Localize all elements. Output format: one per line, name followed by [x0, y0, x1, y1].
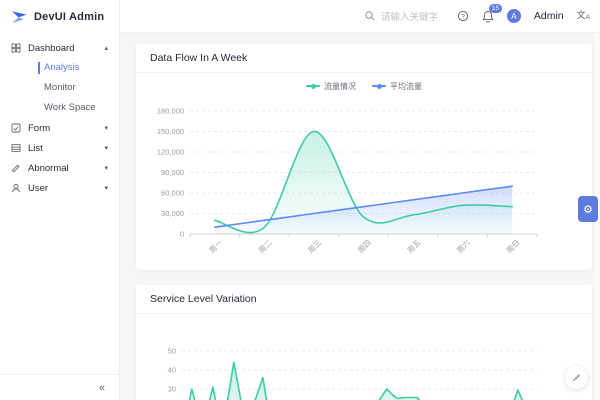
help-icon[interactable]: ?: [457, 10, 469, 22]
sidebar-item-monitor[interactable]: Monitor: [0, 78, 119, 98]
sidebar-nav: Dashboard ▴ Analysis Monitor Work Space …: [0, 32, 119, 198]
svg-text:周四: 周四: [356, 238, 373, 255]
chevron-down-icon: ▾: [104, 164, 108, 172]
svg-text:30,000: 30,000: [161, 209, 184, 218]
logo[interactable]: DevUI Admin: [0, 0, 119, 32]
legend-item-average[interactable]: 平均流量: [372, 81, 422, 92]
card-title: Service Level Variation: [136, 285, 592, 314]
sidebar-footer: «: [0, 374, 119, 400]
svg-text:30: 30: [168, 385, 176, 394]
translate-icon[interactable]: 文A: [577, 10, 590, 22]
data-flow-card: Data Flow In A Week 流量情况 平均流量 0 30,000 60,…: [136, 44, 592, 270]
sidebar-item-dashboard[interactable]: Dashboard ▴: [0, 38, 119, 58]
svg-text:60,000: 60,000: [161, 189, 184, 198]
dashboard-icon: [11, 43, 21, 53]
svg-text:周一: 周一: [207, 238, 224, 255]
app-title: DevUI Admin: [34, 11, 105, 23]
svg-text:周二: 周二: [257, 238, 274, 255]
pencil-icon: [12, 164, 20, 173]
svg-text:?: ?: [461, 13, 465, 20]
header-actions: ? 15 A Admin 文A: [457, 0, 590, 32]
legend-marker-green: [306, 83, 320, 89]
chart-legend: 流量情况 平均流量: [136, 73, 592, 99]
svg-text:周五: 周五: [406, 238, 423, 255]
form-icon: [11, 123, 21, 133]
sidebar-item-analysis[interactable]: Analysis: [0, 58, 119, 78]
list-icon: [11, 144, 21, 153]
service-level-card: Service Level Variation 50 40 30: [136, 285, 592, 400]
svg-text:150,000: 150,000: [157, 127, 184, 136]
user-icon: [12, 183, 20, 193]
svg-text:120,000: 120,000: [157, 148, 184, 157]
sidebar-item-form[interactable]: Form ▾: [0, 118, 119, 138]
sidebar-item-user[interactable]: User ▾: [0, 178, 119, 198]
header: 请输入关键字 ? 15 A Admin 文A: [120, 0, 600, 33]
svg-text:40: 40: [168, 366, 176, 375]
brush-icon: [573, 374, 580, 382]
devui-logo-icon: [12, 11, 27, 23]
card-title: Data Flow In A Week: [136, 44, 592, 73]
legend-item-traffic[interactable]: 流量情况: [306, 81, 356, 92]
sidebar-item-workspace[interactable]: Work Space: [0, 98, 119, 118]
gear-icon: ⚙: [583, 203, 593, 216]
sidebar-item-abnormal[interactable]: Abnormal ▾: [0, 158, 119, 178]
sidebar-item-list[interactable]: List ▾: [0, 138, 119, 158]
user-name[interactable]: Admin: [534, 10, 564, 22]
search-placeholder: 请输入关键字: [381, 12, 439, 23]
main-content: Data Flow In A Week 流量情况 平均流量 0 30,000 60,…: [120, 32, 600, 400]
legend-marker-blue: [372, 83, 386, 89]
svg-text:180,000: 180,000: [157, 107, 184, 116]
chevron-up-icon: ▴: [104, 44, 108, 52]
chevron-down-icon: ▾: [104, 144, 108, 152]
data-flow-chart: 0 30,000 60,000 90,000 120,000 150,000 180,000…: [157, 107, 538, 255]
svg-text:周六: 周六: [454, 237, 472, 255]
service-level-chart: 50 40 30: [168, 347, 537, 400]
svg-text:0: 0: [180, 230, 184, 239]
svg-text:90,000: 90,000: [161, 168, 184, 177]
customize-button[interactable]: [565, 366, 588, 389]
svg-text:周日: 周日: [505, 238, 522, 255]
svg-text:50: 50: [168, 347, 176, 356]
notification-badge: 15: [488, 3, 503, 13]
sidebar: DevUI Admin Dashboard ▴ Analysis Monitor…: [0, 0, 120, 400]
search-input[interactable]: 请输入关键字: [364, 0, 438, 32]
dashboard-submenu: Analysis Monitor Work Space: [0, 58, 119, 118]
notifications-button[interactable]: 15: [482, 3, 503, 23]
avatar[interactable]: A: [506, 9, 521, 23]
svg-text:周三: 周三: [306, 238, 323, 255]
theme-settings-button[interactable]: ⚙: [578, 196, 598, 222]
chevron-down-icon: ▾: [104, 124, 108, 132]
chevron-down-icon: ▾: [104, 184, 108, 192]
collapse-sidebar-button[interactable]: «: [99, 382, 105, 394]
search-icon: [365, 11, 375, 21]
